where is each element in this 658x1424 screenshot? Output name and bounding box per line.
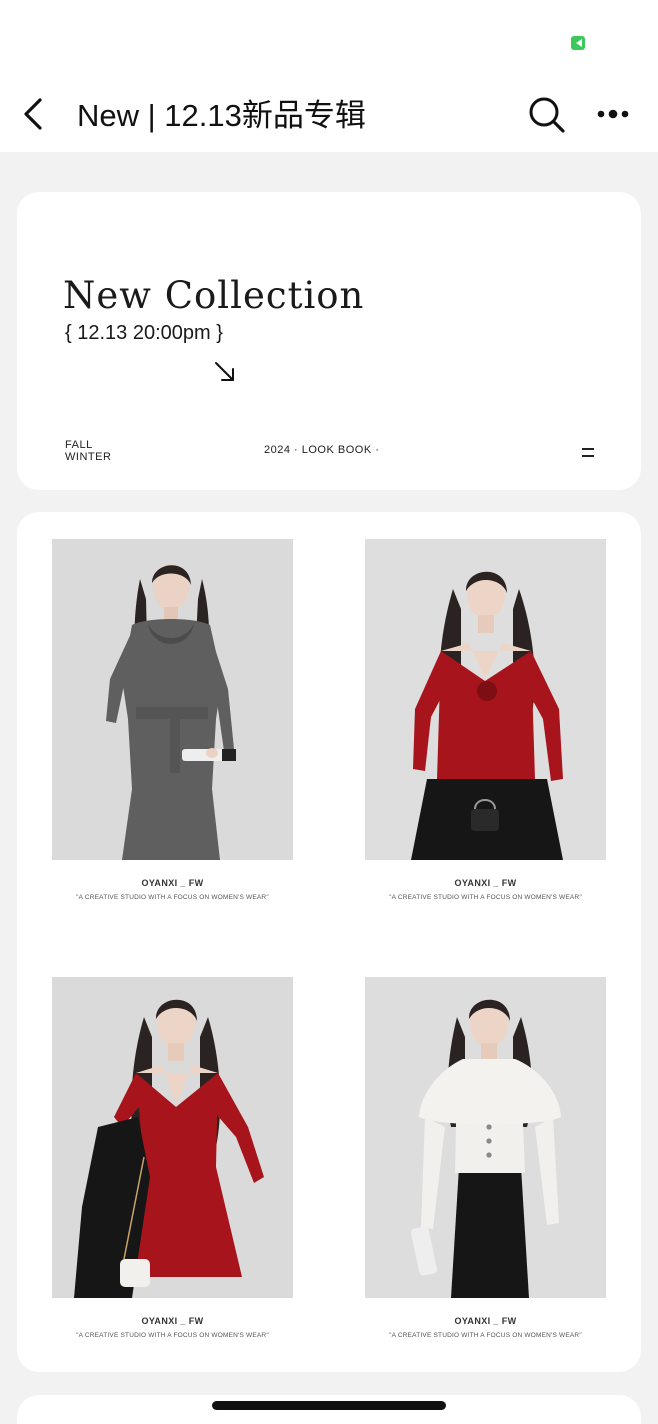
more-button[interactable] [594, 100, 634, 128]
product-card[interactable]: OYANXI _ FW "A CREATIVE STUDIO WITH A FO… [347, 977, 647, 1377]
product-card[interactable]: OYANXI _ FW "A CREATIVE STUDIO WITH A FO… [34, 539, 334, 939]
status-indicator-icon [571, 36, 585, 50]
season-line-fall: FALL [65, 439, 93, 451]
chevron-left-icon [24, 98, 42, 130]
product-tagline: "A CREATIVE STUDIO WITH A FOCUS ON WOMEN… [76, 894, 269, 901]
product-brand: OYANXI _ FW [454, 1316, 517, 1326]
product-card[interactable]: OYANXI _ FW "A CREATIVE STUDIO WITH A FO… [34, 977, 334, 1377]
product-photo[interactable] [365, 977, 606, 1298]
product-tagline: "A CREATIVE STUDIO WITH A FOCUS ON WOMEN… [76, 1332, 269, 1339]
more-dots-icon [597, 109, 629, 119]
banner-title: New Collection [63, 274, 365, 317]
product-brand: OYANXI _ FW [454, 878, 517, 888]
page-title: New | 12.13新品专辑 [77, 98, 366, 133]
arrow-down-right-icon [215, 362, 234, 381]
search-icon [529, 97, 565, 133]
product-card[interactable]: OYANXI _ FW "A CREATIVE STUDIO WITH A FO… [347, 539, 647, 939]
product-grid: OYANXI _ FW "A CREATIVE STUDIO WITH A FO… [17, 512, 641, 1372]
product-brand: OYANXI _ FW [141, 1316, 204, 1326]
home-indicator[interactable] [212, 1401, 446, 1410]
season-line-winter: WINTER [65, 451, 112, 463]
season-label: FALL WINTER [65, 439, 111, 463]
product-photo[interactable] [52, 539, 293, 860]
search-button[interactable] [526, 94, 566, 134]
product-tagline: "A CREATIVE STUDIO WITH A FOCUS ON WOMEN… [389, 1332, 582, 1339]
banner-date: { 12.13 20:00pm } [65, 322, 223, 344]
product-tagline: "A CREATIVE STUDIO WITH A FOCUS ON WOMEN… [389, 894, 582, 901]
product-photo[interactable] [52, 977, 293, 1298]
lookbook-label: 2024 · LOOK BOOK · [264, 444, 380, 456]
back-button[interactable] [18, 94, 54, 134]
collection-banner[interactable]: New Collection { 12.13 20:00pm } FALL WI… [17, 192, 641, 490]
status-bar [0, 0, 658, 80]
hamburger-icon [582, 448, 594, 457]
product-brand: OYANXI _ FW [141, 878, 204, 888]
nav-bar: New | 12.13新品专辑 [0, 80, 658, 152]
product-photo[interactable] [365, 539, 606, 860]
